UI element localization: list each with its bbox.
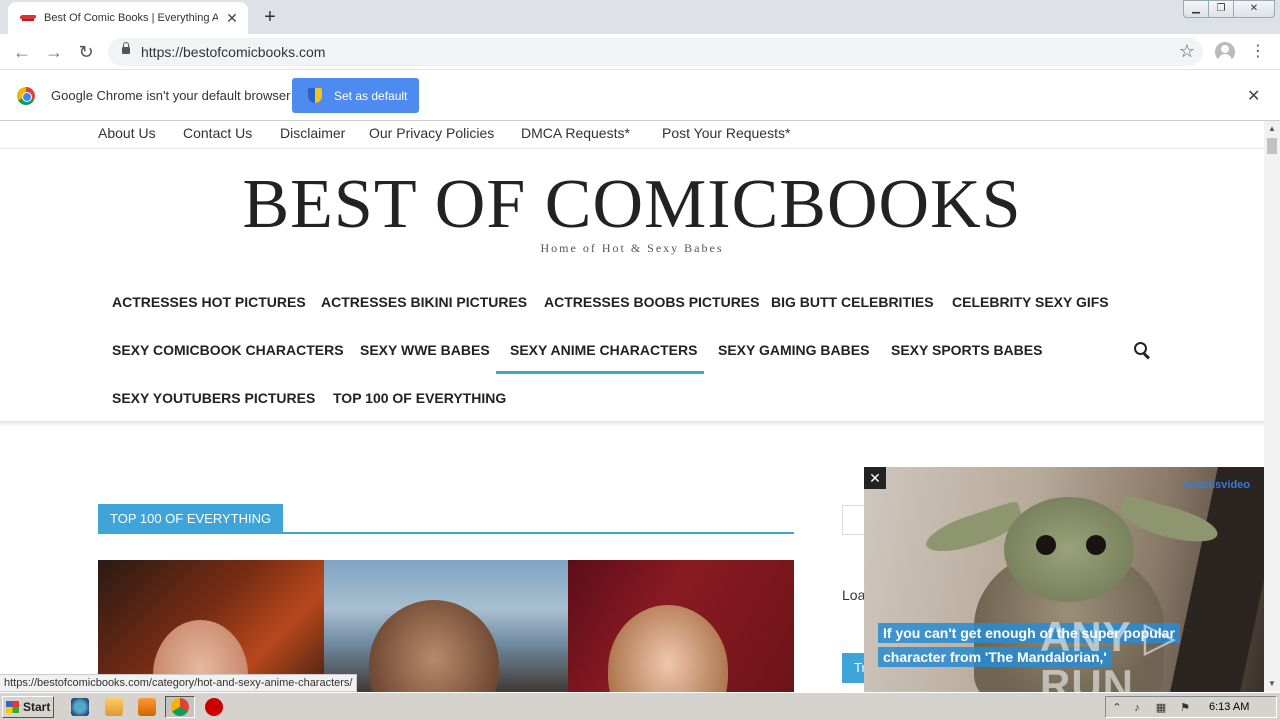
infobar-message: Google Chrome isn't your default browser xyxy=(51,88,291,103)
media-player-icon[interactable] xyxy=(138,698,156,716)
video-character-head xyxy=(1004,497,1134,602)
nav-wwe-babes[interactable]: SEXY WWE BABES xyxy=(360,342,490,358)
scroll-up-icon[interactable]: ▲ xyxy=(1264,121,1280,137)
video-close-button[interactable]: ✕ xyxy=(864,467,886,489)
nav-celebrity-gifs[interactable]: CELEBRITY SEXY GIFS xyxy=(952,294,1109,310)
uac-shield-icon xyxy=(308,88,322,103)
ie-icon[interactable] xyxy=(71,698,89,716)
taskbar: Start ⌃ ♪ ▦ ⚑ 6:13 AM xyxy=(0,692,1280,720)
nav-youtubers[interactable]: SEXY YOUTUBERS PICTURES xyxy=(112,390,315,406)
nav-actresses-hot[interactable]: ACTRESSES HOT PICTURES xyxy=(112,294,306,310)
security-app-icon[interactable] xyxy=(205,698,223,716)
flag-icon[interactable]: ⚑ xyxy=(1178,701,1192,715)
chrome-taskbar-icon xyxy=(171,698,189,716)
video-character-eye xyxy=(1086,535,1106,555)
infobar-close-icon[interactable]: ✕ xyxy=(1247,86,1260,106)
maximize-button[interactable]: ❐ xyxy=(1208,0,1234,18)
video-brand-logo[interactable]: avantisvideo xyxy=(1183,479,1250,491)
forward-button[interactable]: → xyxy=(42,40,66,64)
video-character-eye xyxy=(1036,535,1056,555)
chrome-menu-icon[interactable]: ⋮ xyxy=(1250,42,1266,62)
site-logo[interactable]: BEST OF COMICBOOKS xyxy=(0,165,1264,245)
new-tab-button[interactable]: + xyxy=(258,6,282,30)
network-icon[interactable]: ▦ xyxy=(1154,701,1168,715)
post-thumbnail-3[interactable] xyxy=(568,560,794,692)
active-nav-indicator xyxy=(496,371,704,374)
top-menu: About Us Contact Us Disclaimer Our Priva… xyxy=(0,121,1264,149)
section-underline xyxy=(98,532,794,534)
top-menu-contact-us[interactable]: Contact Us xyxy=(183,125,252,141)
close-window-button[interactable]: ✕ xyxy=(1233,0,1275,18)
section-title[interactable]: TOP 100 OF EVERYTHING xyxy=(98,504,284,533)
scroll-down-icon[interactable]: ▼ xyxy=(1264,676,1280,692)
site-tagline: Home of Hot & Sexy Babes xyxy=(540,241,724,255)
browser-toolbar: ← → ↻ https://bestofcomicbooks.com ☆ ⋮ xyxy=(0,34,1280,70)
set-as-default-button[interactable]: Set as default xyxy=(292,78,419,113)
top-menu-post-requests[interactable]: Post Your Requests* xyxy=(662,125,790,141)
back-button[interactable]: ← xyxy=(10,40,34,64)
search-icon[interactable] xyxy=(1134,342,1150,358)
folder-icon[interactable] xyxy=(105,698,123,716)
top-menu-privacy[interactable]: Our Privacy Policies xyxy=(369,125,494,141)
default-browser-infobar: Google Chrome isn't your default browser… xyxy=(0,71,1280,121)
reload-button[interactable]: ↻ xyxy=(74,40,98,64)
nav-gaming-babes[interactable]: SEXY GAMING BABES xyxy=(718,342,869,358)
nav-comicbook-characters[interactable]: SEXY COMICBOOK CHARACTERS xyxy=(112,342,344,358)
page-scrollbar[interactable]: ▲ ▼ xyxy=(1264,121,1280,692)
scroll-thumb[interactable] xyxy=(1267,138,1277,154)
address-bar[interactable]: https://bestofcomicbooks.com ☆ xyxy=(108,38,1203,66)
address-url[interactable]: https://bestofcomicbooks.com xyxy=(141,44,325,60)
web-page: About Us Contact Us Disclaimer Our Priva… xyxy=(0,121,1264,692)
clock[interactable]: 6:13 AM xyxy=(1209,701,1249,713)
nav-divider xyxy=(0,421,1264,427)
nav-actresses-bikini[interactable]: ACTRESSES BIKINI PICTURES xyxy=(321,294,527,310)
tray-expand-icon[interactable]: ⌃ xyxy=(1110,701,1124,715)
nav-big-butt[interactable]: BIG BUTT CELEBRITIES xyxy=(771,294,934,310)
sidebar-loading-text: Loa xyxy=(842,587,866,603)
post-thumbnail-2[interactable] xyxy=(324,560,568,692)
system-tray: ⌃ ♪ ▦ ⚑ 6:13 AM xyxy=(1105,696,1277,718)
start-label: Start xyxy=(23,700,51,714)
nav-top-100[interactable]: TOP 100 OF EVERYTHING xyxy=(333,390,506,406)
portrait-face xyxy=(608,605,728,692)
post-thumbnail-1[interactable] xyxy=(98,560,324,692)
nav-anime-characters[interactable]: SEXY ANIME CHARACTERS xyxy=(510,342,697,358)
browser-tab[interactable]: Best Of Comic Books | Everything Ab ✕ xyxy=(8,2,248,34)
tab-close-icon[interactable]: ✕ xyxy=(224,10,240,26)
minimize-button[interactable]: ▁ xyxy=(1183,0,1209,18)
profile-avatar-icon[interactable] xyxy=(1215,42,1235,62)
tab-strip: Best Of Comic Books | Everything Ab ✕ + … xyxy=(0,0,1280,34)
nav-sports-babes[interactable]: SEXY SPORTS BABES xyxy=(891,342,1042,358)
portrait-face xyxy=(369,600,499,692)
volume-icon[interactable]: ♪ xyxy=(1130,701,1144,715)
tab-title: Best Of Comic Books | Everything Ab xyxy=(44,12,218,24)
windows-logo-icon xyxy=(6,701,19,713)
top-menu-about-us[interactable]: About Us xyxy=(98,125,156,141)
site-favicon-icon xyxy=(20,13,36,23)
chrome-logo-icon xyxy=(17,87,35,105)
start-button[interactable]: Start xyxy=(2,696,54,718)
bookmark-star-icon[interactable]: ☆ xyxy=(1179,41,1195,62)
lock-icon xyxy=(122,42,130,54)
status-bar-url: https://bestofcomicbooks.com/category/ho… xyxy=(0,674,358,692)
top-menu-dmca[interactable]: DMCA Requests* xyxy=(521,125,630,141)
set-as-default-label: Set as default xyxy=(334,88,408,103)
top-menu-disclaimer[interactable]: Disclaimer xyxy=(280,125,345,141)
nav-actresses-boobs[interactable]: ACTRESSES BOOBS PICTURES xyxy=(544,294,759,310)
